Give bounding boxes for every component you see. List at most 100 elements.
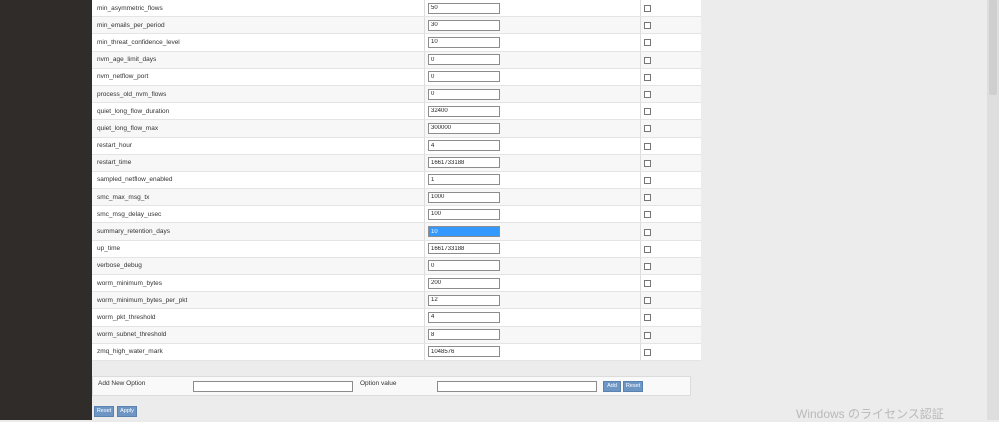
option-name: restart_hour [92,137,425,155]
option-value-cell [424,171,641,190]
delete-option-checkbox[interactable] [644,176,651,184]
option-value-input[interactable] [428,174,500,186]
option-value-input[interactable] [428,2,500,14]
option-value-input[interactable] [428,140,500,152]
option-name: min_emails_per_period [92,16,425,35]
option-row: restart_time [92,154,701,172]
option-name: nvm_age_limit_days [92,51,425,69]
option-delete-cell [640,0,701,18]
option-delete-cell [640,154,701,172]
delete-option-checkbox[interactable] [644,91,651,99]
option-value-input[interactable] [428,329,500,341]
delete-option-checkbox[interactable] [644,331,651,339]
option-value-input[interactable] [428,105,500,117]
delete-option-checkbox[interactable] [644,211,651,219]
delete-option-checkbox[interactable] [644,56,651,64]
option-value-input[interactable] [428,346,500,358]
option-name: quiet_long_flow_max [92,119,425,138]
apply-button[interactable]: Apply [117,406,137,417]
option-name: min_asymmetric_flows [92,0,425,18]
option-row: quiet_long_flow_max [92,119,701,138]
option-name: verbose_debug [92,257,425,276]
delete-option-checkbox[interactable] [644,280,651,288]
delete-option-checkbox[interactable] [644,125,651,133]
option-value-cell [424,119,641,138]
option-delete-cell [640,119,701,138]
delete-option-checkbox[interactable] [644,5,651,13]
scrollbar-thumb[interactable] [989,0,997,95]
option-value-cell [424,137,641,155]
reset-button[interactable]: Reset [94,406,114,417]
option-delete-cell [640,240,701,258]
option-row: nvm_netflow_port [92,68,701,86]
delete-option-checkbox[interactable] [644,194,651,202]
option-name: smc_msg_delay_usec [92,205,425,224]
option-row: quiet_long_flow_duration [92,102,701,121]
option-value-cell [424,16,641,35]
option-value-cell [424,222,641,241]
option-value-input[interactable] [428,88,500,100]
option-name: worm_subnet_threshold [92,326,425,344]
option-value-cell [424,0,641,18]
option-delete-cell [640,16,701,35]
option-delete-cell [640,33,701,52]
option-delete-cell [640,85,701,104]
option-value-cell [424,85,641,104]
option-value-input[interactable] [428,19,500,31]
option-name: worm_minimum_bytes [92,274,425,293]
option-value-cell [424,188,641,207]
option-row: nvm_age_limit_days [92,51,701,69]
option-value-input[interactable] [428,122,500,134]
delete-option-checkbox[interactable] [644,159,651,167]
option-name: worm_minimum_bytes_per_pkt [92,291,425,310]
option-value-cell [424,154,641,172]
option-value-input[interactable] [428,311,500,323]
delete-option-checkbox[interactable] [644,142,651,150]
delete-option-checkbox[interactable] [644,297,651,305]
delete-option-checkbox[interactable] [644,228,651,236]
delete-option-checkbox[interactable] [644,22,651,30]
add-option-label: Add New Option [98,380,146,387]
option-delete-cell [640,308,701,327]
delete-option-checkbox[interactable] [644,39,651,47]
option-name: up_time [92,240,425,258]
option-value-input[interactable] [428,157,500,169]
option-value-input[interactable] [428,260,500,272]
option-value-input[interactable] [428,36,500,48]
option-value-input[interactable] [428,294,500,306]
option-delete-cell [640,171,701,190]
option-name: nvm_netflow_port [92,68,425,86]
option-row: sampled_netflow_enabled [92,171,701,190]
option-value-input[interactable] [428,277,500,289]
option-delete-cell [640,222,701,241]
option-name: worm_pkt_threshold [92,308,425,327]
delete-option-checkbox[interactable] [644,108,651,116]
delete-option-checkbox[interactable] [644,73,651,81]
option-value-cell [424,257,641,276]
new-option-name-input[interactable] [193,381,353,392]
option-value-cell [424,326,641,344]
delete-option-checkbox[interactable] [644,245,651,253]
new-option-value-input[interactable] [437,381,597,392]
option-value-input[interactable] [428,208,500,220]
option-value-input[interactable] [428,54,500,66]
option-value-input[interactable] [428,243,500,255]
option-value-cell [424,274,641,293]
option-value-input[interactable] [428,226,500,238]
option-row: worm_subnet_threshold [92,326,701,344]
reset-option-button[interactable]: Reset [623,381,643,392]
option-row: verbose_debug [92,257,701,276]
option-row: smc_max_msg_tx [92,188,701,207]
delete-option-checkbox[interactable] [644,348,651,356]
option-row: min_threat_confidence_level [92,33,701,52]
add-option-button[interactable]: Add [603,381,621,392]
option-delete-cell [640,257,701,276]
option-row: worm_minimum_bytes_per_pkt [92,291,701,310]
option-value-label: Option value [360,380,397,387]
option-value-input[interactable] [428,71,500,83]
delete-option-checkbox[interactable] [644,314,651,322]
delete-option-checkbox[interactable] [644,262,651,270]
option-row: zmq_high_water_mark [92,343,701,361]
option-value-input[interactable] [428,191,500,203]
option-row: smc_msg_delay_usec [92,205,701,224]
